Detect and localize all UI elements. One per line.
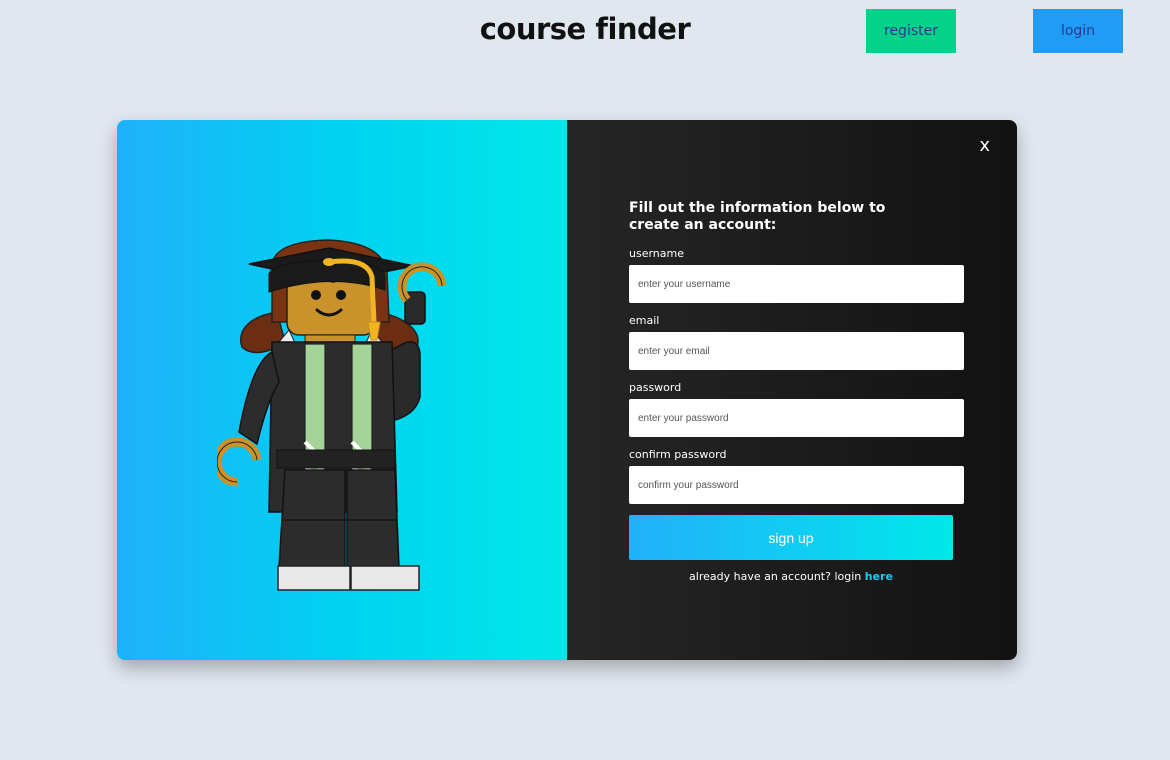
password-input[interactable] (629, 399, 964, 437)
password-label: password (629, 381, 682, 394)
username-input[interactable] (629, 265, 964, 303)
username-label: username (629, 247, 684, 260)
login-here-link[interactable]: here (865, 570, 893, 583)
signup-button[interactable]: sign up (629, 515, 953, 560)
login-prompt: already have an account? login here (629, 570, 953, 583)
email-label: email (629, 314, 660, 327)
register-button[interactable]: register (866, 9, 956, 53)
login-prompt-text: already have an account? login (689, 570, 862, 583)
email-input[interactable] (629, 332, 964, 370)
close-button[interactable]: x (979, 135, 990, 156)
confirm-password-label: confirm password (629, 448, 727, 461)
signup-modal: x Fill out the information below to crea… (117, 120, 1017, 660)
signup-form: Fill out the information below to create… (629, 200, 964, 583)
lego-graduate-icon (217, 239, 447, 591)
signup-panel: x Fill out the information below to crea… (567, 120, 1017, 660)
illustration-panel (117, 120, 567, 660)
login-button[interactable]: login (1033, 9, 1123, 53)
confirm-password-input[interactable] (629, 466, 964, 504)
site-title: course finder (479, 12, 691, 46)
form-heading: Fill out the information below to create… (629, 200, 886, 233)
